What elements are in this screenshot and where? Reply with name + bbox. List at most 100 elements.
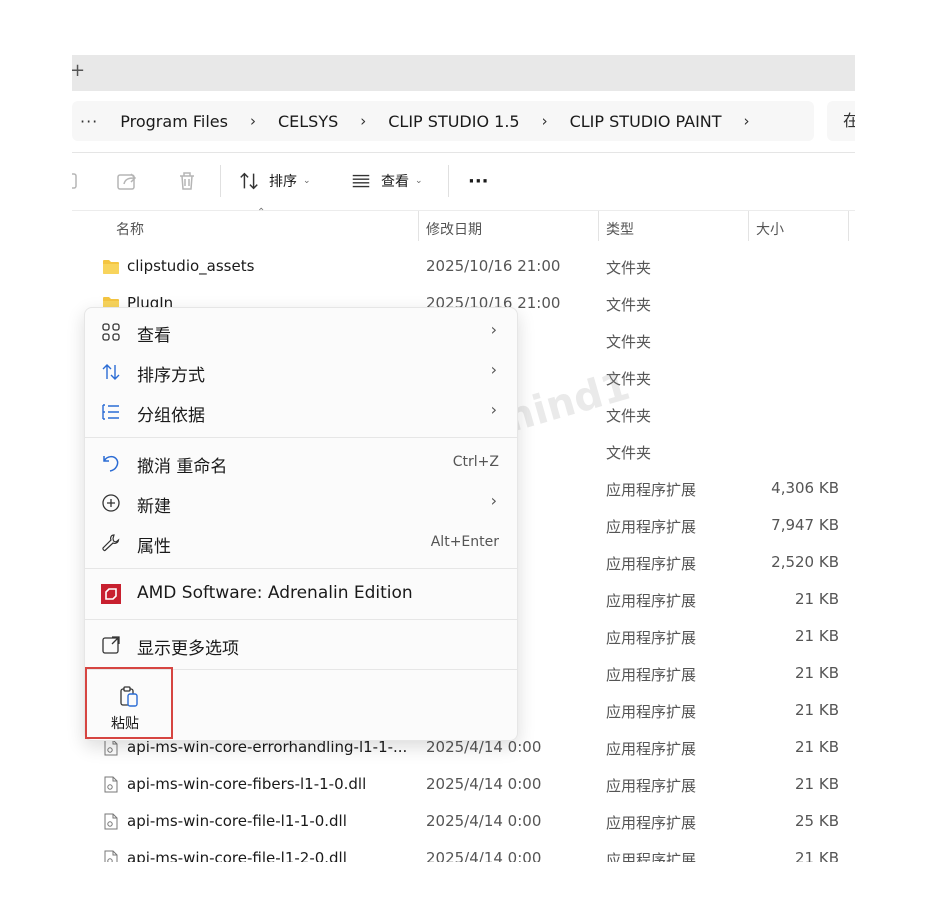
chevron-right-icon: › — [490, 320, 497, 339]
shortcut-text: Ctrl+Z — [452, 454, 499, 470]
undo-icon — [103, 455, 119, 472]
file-size: 2,520 KB — [771, 553, 839, 571]
column-header: ⌃ 名称 修改日期 类型 大小 — [72, 207, 855, 243]
menu-item-view[interactable]: 查看 › — [85, 314, 517, 350]
menu-separator — [85, 619, 517, 620]
address-bar[interactable]: ··· Program Files › CELSYS › CLIP STUDIO… — [72, 101, 814, 141]
paste-label: 粘贴 — [111, 716, 139, 732]
file-size: 25 KB — [795, 812, 839, 830]
menu-item-show-more-options[interactable]: 显示更多选项 — [85, 627, 517, 663]
breadcrumb-clip-studio[interactable]: CLIP STUDIO 1.5 — [388, 112, 519, 131]
chevron-right-icon[interactable]: › — [542, 112, 548, 130]
chevron-right-icon[interactable]: › — [360, 112, 366, 130]
paste-button[interactable]: 粘贴 — [85, 667, 173, 739]
file-name: api-ms-win-core-file-l1-2-0.dll — [127, 849, 347, 862]
menu-item-label: 显示更多选项 — [137, 639, 239, 659]
view-button[interactable]: 查看 ⌄ — [350, 167, 423, 195]
file-type: 应用程序扩展 — [606, 703, 697, 721]
table-row[interactable]: api-ms-win-core-file-l1-1-0.dll 2025/4/14… — [72, 803, 855, 840]
file-name: api-ms-win-core-fibers-l1-1-0.dll — [127, 775, 367, 793]
menu-item-properties[interactable]: 属性 Alt+Enter — [85, 525, 517, 561]
file-type: 应用程序扩展 — [606, 814, 697, 832]
more-options-button[interactable]: ··· — [468, 167, 489, 195]
plus-circle-icon — [102, 494, 120, 512]
column-date[interactable]: 修改日期 — [426, 219, 482, 239]
file-type: 应用程序扩展 — [606, 629, 697, 647]
file-type: 应用程序扩展 — [606, 851, 697, 862]
new-tab-button[interactable]: + — [72, 60, 85, 81]
menu-item-amd-software[interactable]: AMD Software: Adrenalin Edition — [85, 576, 517, 612]
column-divider[interactable] — [748, 211, 749, 241]
wrench-icon — [102, 534, 120, 552]
view-label: 查看 — [381, 174, 409, 190]
file-size: 21 KB — [795, 590, 839, 608]
menu-item-label: 分组依据 — [137, 406, 205, 426]
paste-icon — [120, 686, 138, 707]
sort-icon — [102, 364, 120, 380]
table-row[interactable]: api-ms-win-core-file-l1-2-0.dll 2025/4/14… — [72, 840, 855, 862]
file-name: clipstudio_assets — [127, 257, 255, 275]
table-row[interactable]: api-ms-win-core-fibers-l1-1-0.dll 2025/4/… — [72, 766, 855, 803]
sort-label: 排序 — [269, 174, 297, 190]
breadcrumb-program-files[interactable]: Program Files — [120, 112, 228, 131]
table-row[interactable]: clipstudio_assets 2025/10/16 21:00 文件夹 — [72, 248, 855, 285]
breadcrumb-celsys[interactable]: CELSYS — [278, 112, 338, 131]
chevron-right-icon: › — [490, 400, 497, 419]
chevron-right-icon: › — [490, 360, 497, 379]
menu-item-undo-rename[interactable]: 撤消 重命名 Ctrl+Z — [85, 445, 517, 481]
toolbar-divider — [220, 165, 221, 197]
column-size[interactable]: 大小 — [756, 219, 784, 239]
file-name: api-ms-win-core-file-l1-1-0.dll — [127, 812, 347, 830]
file-type: 应用程序扩展 — [606, 481, 697, 499]
search-input[interactable]: 在 — [827, 101, 855, 141]
column-name[interactable]: 名称 — [116, 219, 144, 239]
file-type: 文件夹 — [606, 296, 652, 314]
menu-item-new[interactable]: 新建 › — [85, 485, 517, 521]
file-size: 7,947 KB — [771, 516, 839, 534]
menu-item-label: 排序方式 — [137, 366, 205, 386]
file-date: 2025/4/14 0:00 — [426, 849, 542, 862]
file-size: 4,306 KB — [771, 479, 839, 497]
column-type[interactable]: 类型 — [606, 219, 634, 239]
menu-item-label: 撤消 重命名 — [137, 457, 228, 477]
share-icon[interactable] — [115, 169, 139, 193]
dll-icon — [102, 739, 120, 756]
menu-separator — [85, 568, 517, 569]
dll-icon — [102, 776, 120, 793]
amd-icon — [101, 584, 121, 604]
file-date: 2025/4/14 0:00 — [426, 812, 542, 830]
shortcut-text: Alt+Enter — [430, 534, 499, 550]
chevron-right-icon[interactable]: › — [744, 112, 750, 130]
list-view-icon — [352, 174, 370, 188]
sort-ascending-icon: ⌃ — [257, 207, 266, 218]
file-date: 2025/10/16 21:00 — [426, 257, 561, 275]
file-size: 21 KB — [795, 664, 839, 682]
context-menu: 查看 › 排序方式 › 分组依据 › 撤消 重命名 Ctrl+Z 新建 › 属性… — [84, 307, 518, 741]
chevron-right-icon: › — [490, 491, 497, 510]
trash-icon[interactable] — [175, 169, 199, 193]
file-type: 应用程序扩展 — [606, 518, 697, 536]
menu-item-label: 属性 — [137, 537, 171, 557]
chevron-right-icon[interactable]: › — [250, 112, 256, 130]
sort-icon — [240, 172, 258, 190]
file-type: 应用程序扩展 — [606, 666, 697, 684]
column-divider[interactable] — [418, 211, 419, 241]
chevron-down-icon: ⌄ — [303, 176, 311, 186]
menu-item-group-by[interactable]: 分组依据 › — [85, 394, 517, 430]
menu-separator — [85, 437, 517, 438]
column-divider[interactable] — [598, 211, 599, 241]
column-divider[interactable] — [848, 211, 849, 241]
copy-icon[interactable] — [72, 169, 84, 193]
file-size: 21 KB — [795, 701, 839, 719]
menu-item-label: 新建 — [137, 497, 171, 517]
command-bar: 排序 ⌄ 查看 ⌄ ··· — [72, 153, 855, 209]
dll-icon — [102, 813, 120, 830]
dll-icon — [102, 850, 120, 862]
sort-button[interactable]: 排序 ⌄ — [238, 167, 311, 195]
menu-item-sort-by[interactable]: 排序方式 › — [85, 354, 517, 390]
file-type: 文件夹 — [606, 444, 652, 462]
file-type: 应用程序扩展 — [606, 592, 697, 610]
file-date: 2025/4/14 0:00 — [426, 775, 542, 793]
breadcrumb-clip-studio-paint[interactable]: CLIP STUDIO PAINT — [570, 112, 722, 131]
breadcrumb-more-button[interactable]: ··· — [80, 112, 98, 131]
